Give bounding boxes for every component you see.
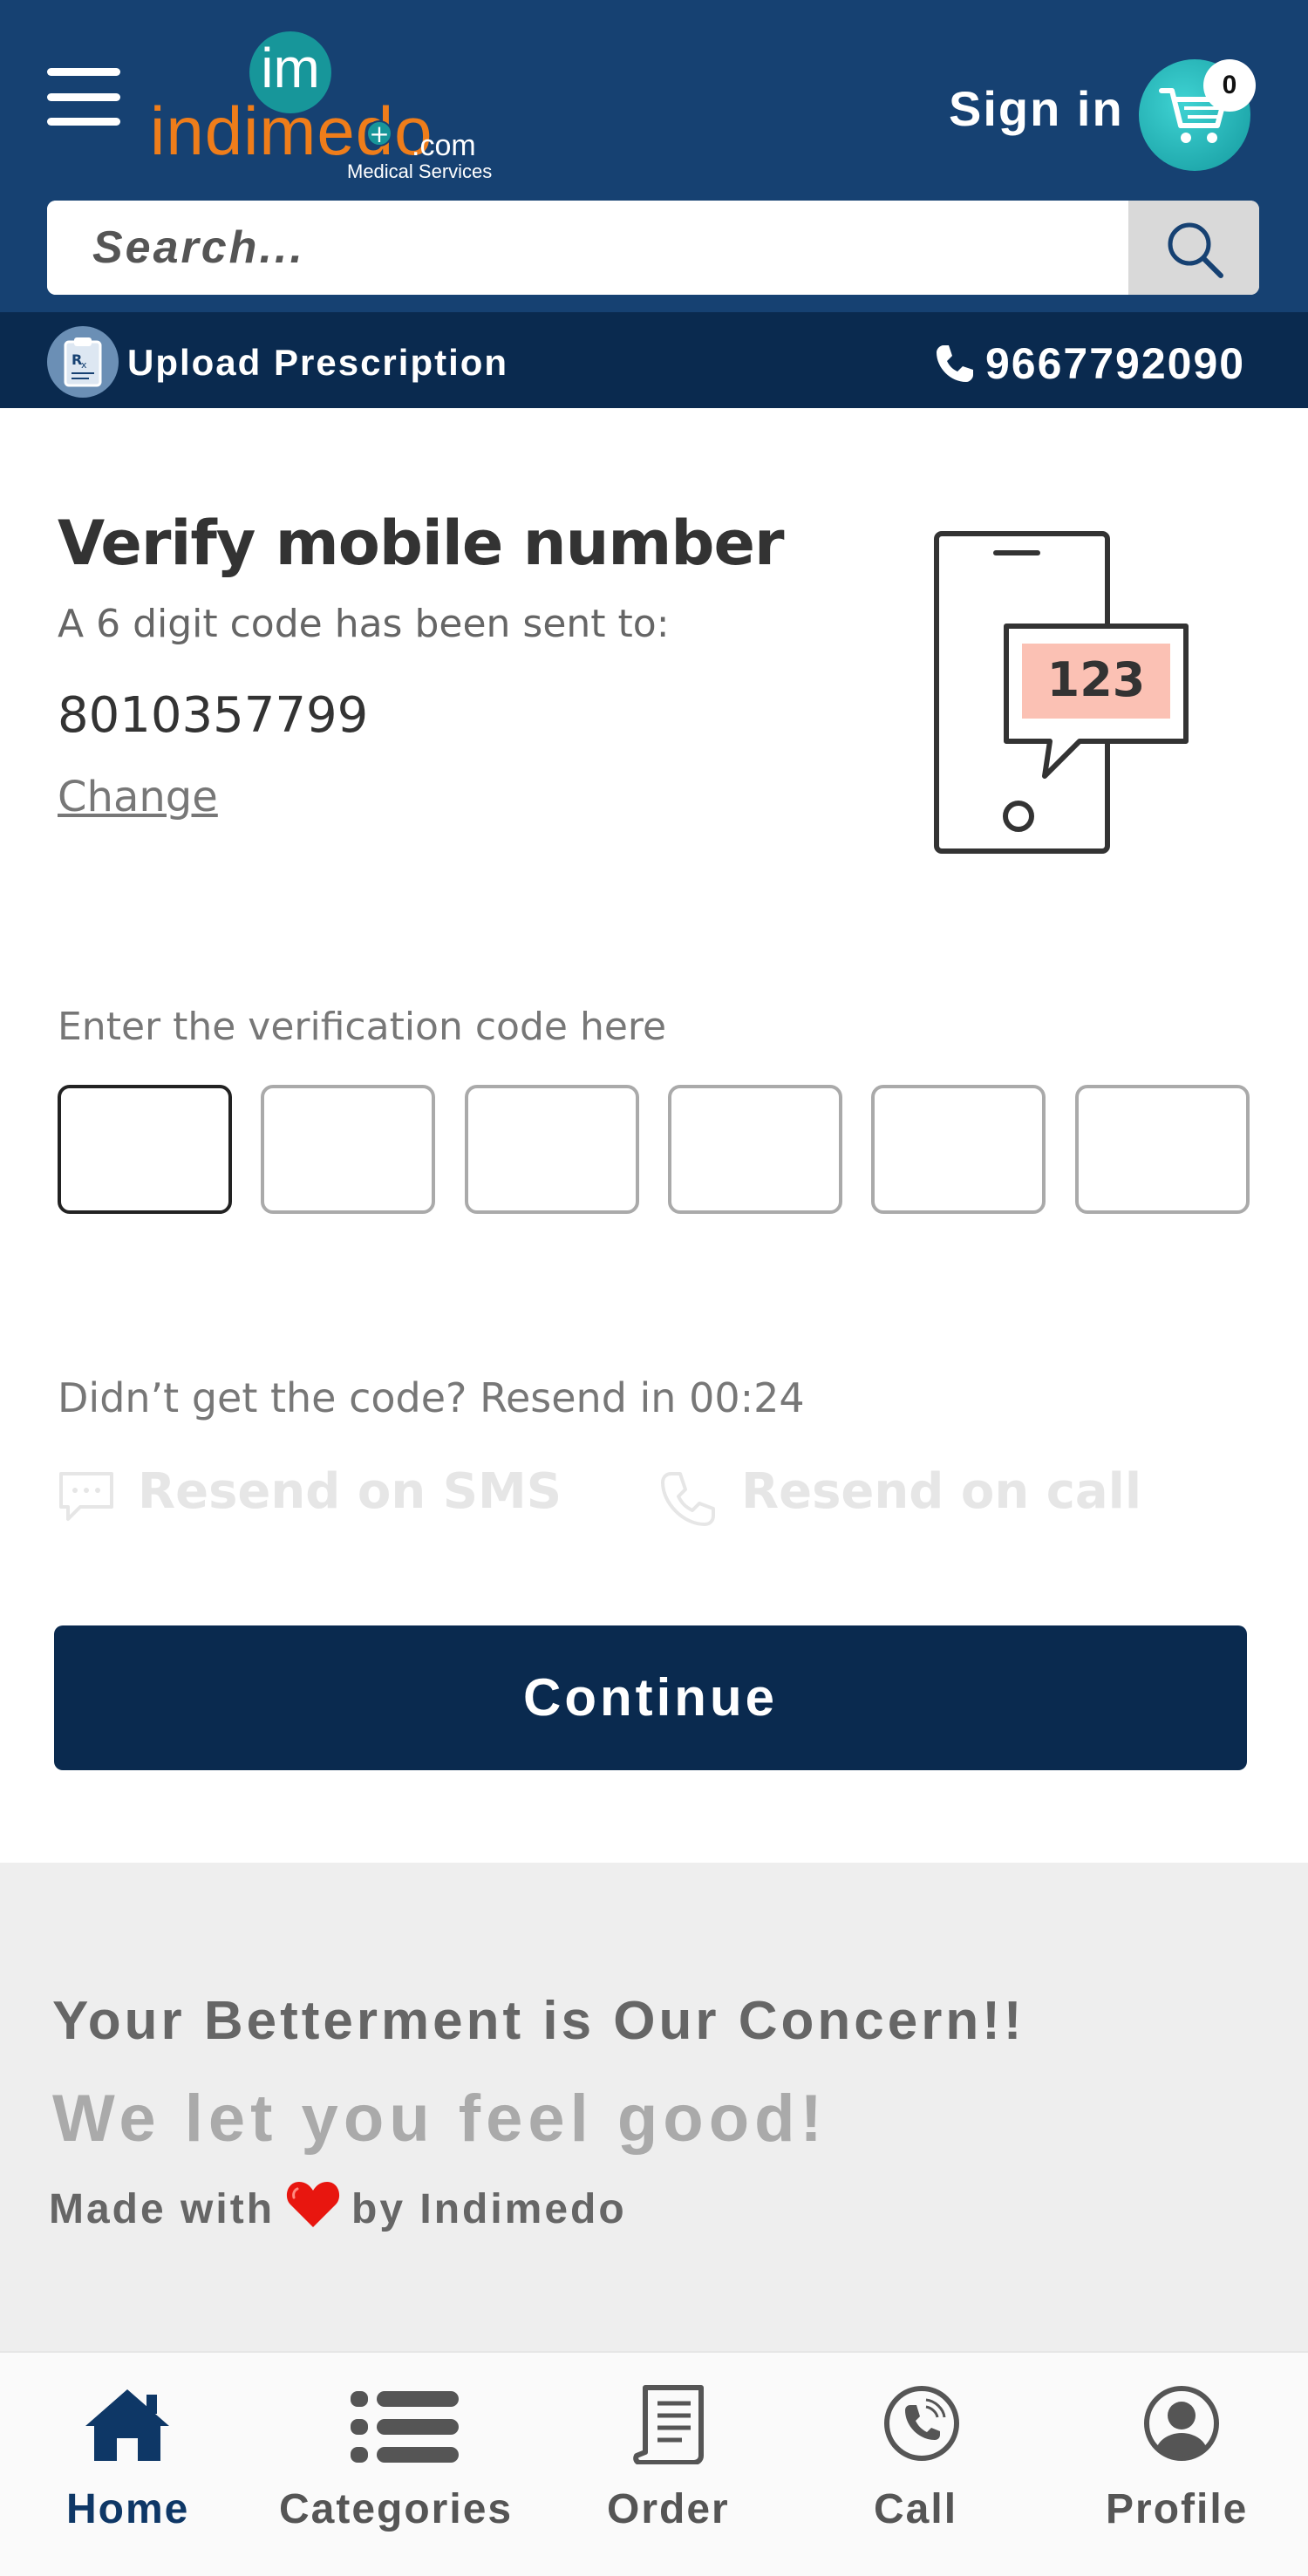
illustration-code: 123 [1047,652,1146,707]
cart-count-badge: 0 [1203,59,1256,112]
page-title: Verify mobile number [58,508,784,579]
resend-sms-label: Resend on SMS [138,1463,562,1520]
mobile-number: 8010357799 [58,687,369,744]
otp-digit-4[interactable] [668,1085,842,1214]
nav-home-label: Home [66,2486,190,2532]
svg-text:x: x [81,359,87,371]
continue-button[interactable]: Continue [54,1625,1247,1770]
phone-icon[interactable] [933,342,977,385]
nav-home[interactable]: Home [0,2353,258,2576]
search-input[interactable] [47,201,1128,295]
made-with-line: Made with by Indimedo [49,2178,627,2239]
nav-order[interactable]: Order [544,2353,797,2576]
footer-tagline-secondary: We let you feel good! [52,2082,828,2156]
search-button[interactable] [1128,201,1259,295]
search-icon [1168,222,1223,278]
search-bar [47,201,1259,295]
resend-call-label: Resend on call [741,1463,1142,1520]
sms-icon [59,1472,113,1521]
otp-digit-1[interactable] [58,1085,232,1214]
code-label: Enter the verification code here [58,1005,667,1049]
receipt-icon [633,2385,704,2464]
made-with-suffix: by Indimedo [351,2185,627,2232]
logo-tagline: Medical Services [347,160,493,182]
call-icon [661,1472,715,1526]
otp-digit-6[interactable] [1075,1085,1250,1214]
upload-prescription-link[interactable]: Upload Prescription [127,342,508,384]
bottom-nav: Home Categories Order Call Profile [0,2351,1308,2576]
verify-subtitle: A 6 digit code has been sent to: [58,602,670,646]
nav-order-label: Order [607,2486,730,2532]
nav-profile-label: Profile [1106,2486,1249,2532]
sign-in-link[interactable]: Sign in [949,80,1124,137]
prescription-icon[interactable]: R x [47,326,119,398]
phone-circle-icon [884,2386,959,2461]
heart-icon [285,2178,341,2239]
otp-digit-5[interactable] [871,1085,1046,1214]
change-number-link[interactable]: Change [58,773,218,821]
list-icon [351,2391,459,2463]
phone-otp-illustration: 123 [934,531,1189,854]
user-circle-icon [1144,2386,1219,2461]
home-icon [85,2389,169,2461]
nav-categories-label: Categories [279,2486,514,2532]
footer-tagline-primary: Your Betterment is Our Concern!! [52,1991,1025,2051]
nav-categories[interactable]: Categories [258,2353,544,2576]
otp-digit-3[interactable] [465,1085,639,1214]
nav-profile[interactable]: Profile [1045,2353,1308,2576]
app-header: im indimedo + .com Medical Services Sign… [0,0,1308,312]
otp-digit-2[interactable] [261,1085,435,1214]
logo-tld: .com [412,129,476,162]
menu-icon[interactable] [47,68,120,126]
made-with-prefix: Made with [49,2185,276,2232]
logo-plus-icon: + [366,120,392,147]
brand-logo[interactable]: im indimedo + .com Medical Services [150,28,516,185]
nav-call-label: Call [874,2486,958,2532]
helpline-number[interactable]: 9667792090 [985,338,1245,389]
nav-call[interactable]: Call [797,2353,1045,2576]
resend-timer: Didn’t get the code? Resend in 00:24 [58,1374,805,1421]
